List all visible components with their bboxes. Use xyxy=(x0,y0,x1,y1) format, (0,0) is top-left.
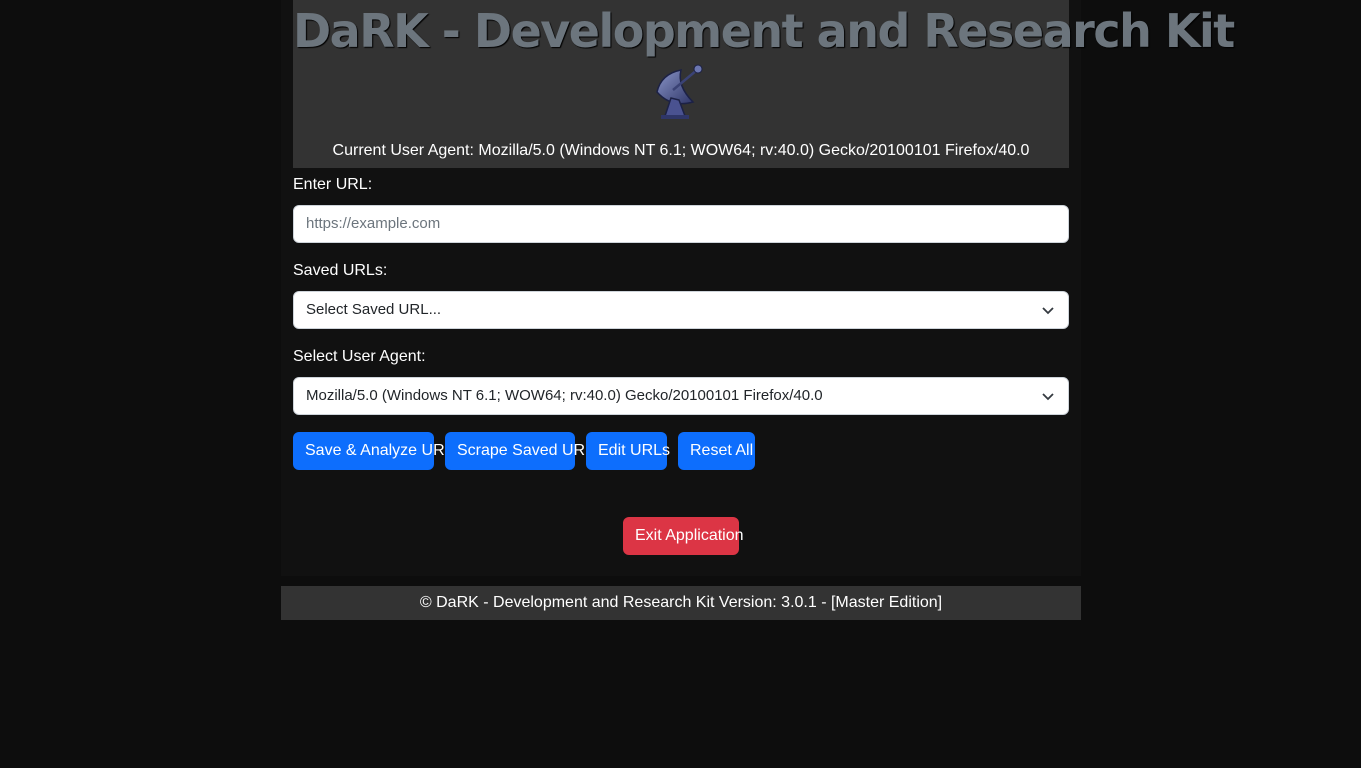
edit-urls-button[interactable]: Edit URLs xyxy=(586,432,670,470)
footer: © DaRK - Development and Research Kit Ve… xyxy=(281,586,1081,620)
page: DaRK - Development and Research Kit Curr… xyxy=(0,0,1361,768)
current-user-agent-label: Current User Agent: xyxy=(332,142,474,159)
page-title: DaRK - Development and Research Kit xyxy=(293,4,1235,58)
satellite-dish-icon xyxy=(656,64,703,119)
url-field[interactable] xyxy=(293,205,1069,243)
user-agent-label: Select User Agent: xyxy=(293,348,426,365)
main-container: DaRK - Development and Research Kit Curr… xyxy=(281,0,1235,576)
chevron-down-icon xyxy=(1042,393,1054,401)
reset-all-button[interactable]: Reset All xyxy=(678,432,755,470)
saved-urls-select[interactable]: Select Saved URL... xyxy=(293,291,1069,329)
saved-urls-selected: Select Saved URL... xyxy=(306,301,442,318)
scrape-saved-button[interactable]: Scrape Saved URL xyxy=(445,432,594,470)
url-label: Enter URL: xyxy=(293,176,373,193)
current-user-agent: Current User Agent: Mozilla/5.0 (Windows… xyxy=(293,140,1069,162)
exit-application-button[interactable]: Exit Application xyxy=(623,517,744,555)
saved-urls-label: Saved URLs: xyxy=(293,262,388,279)
chevron-down-icon xyxy=(1042,307,1054,315)
save-analyze-button[interactable]: Save & Analyze URL xyxy=(293,432,454,470)
user-agent-select[interactable]: Mozilla/5.0 (Windows NT 6.1; WOW64; rv:4… xyxy=(293,377,1069,415)
header: DaRK - Development and Research Kit Curr… xyxy=(293,0,1235,168)
current-user-agent-value: Mozilla/5.0 (Windows NT 6.1; WOW64; rv:4… xyxy=(478,142,1030,159)
url-input[interactable] xyxy=(306,206,1056,241)
user-agent-selected: Mozilla/5.0 (Windows NT 6.1; WOW64; rv:4… xyxy=(306,387,823,404)
